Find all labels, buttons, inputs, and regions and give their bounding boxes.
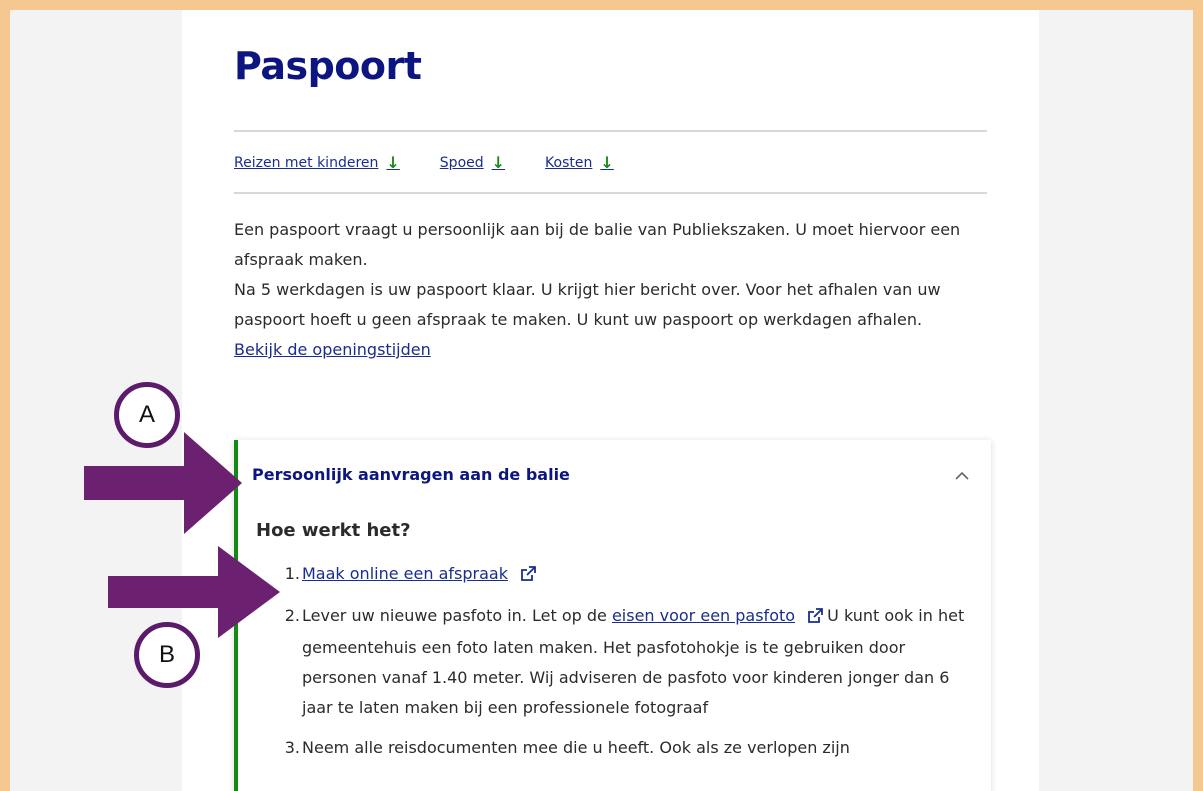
intro-text: Een paspoort vraagt u persoonlijk aan bi… <box>234 215 994 365</box>
browser-viewport: Paspoort Reizen met kinderen ↓ Spoed ↓ K… <box>10 10 1193 791</box>
anchor-link-label: Reizen met kinderen <box>234 154 379 171</box>
make-appointment-link[interactable]: Maak online een afspraak <box>302 564 508 583</box>
passport-photo-requirements-link[interactable]: eisen voor een pasfoto <box>612 606 795 625</box>
opening-hours-link[interactable]: Bekijk de openingstijden <box>234 340 431 359</box>
arrow-down-icon: ↓ <box>386 153 400 172</box>
list-item: 2. Lever uw nieuwe pasfoto in. Let op de… <box>256 601 971 723</box>
anchor-link-label: Spoed <box>439 154 484 171</box>
divider-top <box>234 130 987 132</box>
step-text: Neem alle reisdocumenten mee die u heeft… <box>302 738 850 757</box>
accordion-subtitle: Hoe werkt het? <box>256 520 411 541</box>
anchor-link-kosten[interactable]: Kosten ↓ <box>545 153 614 172</box>
list-item: 3. Neem alle reisdocumenten mee die u he… <box>256 733 971 763</box>
page-content: Paspoort Reizen met kinderen ↓ Spoed ↓ K… <box>182 10 1039 791</box>
anchor-link-spoed[interactable]: Spoed ↓ <box>440 153 505 172</box>
accordion-persoonlijk-aanvragen: Persoonlijk aanvragen aan de balie Hoe w… <box>234 440 991 791</box>
step-number: 3. <box>284 738 300 757</box>
anchor-link-label: Kosten <box>545 154 593 171</box>
divider-bottom <box>234 192 987 194</box>
accordion-title: Persoonlijk aanvragen aan de balie <box>252 464 570 484</box>
page-title: Paspoort <box>234 44 422 88</box>
annotation-label-b: B <box>134 622 200 688</box>
arrow-down-icon: ↓ <box>491 153 506 172</box>
anchor-links: Reizen met kinderen ↓ Spoed ↓ Kosten ↓ <box>234 153 614 172</box>
chevron-up-icon[interactable] <box>955 464 969 485</box>
accordion-body: Hoe werkt het? 1. Maak online een afspra… <box>238 520 991 763</box>
anchor-link-reizen-met-kinderen[interactable]: Reizen met kinderen ↓ <box>234 153 400 172</box>
external-link-icon <box>521 561 536 591</box>
step-text: Lever uw nieuwe pasfoto in. Let op de <box>302 606 607 625</box>
annotation-arrow-b <box>108 546 280 638</box>
annotation-arrow-a <box>84 432 242 534</box>
steps-list: 1. Maak online een afspraak 2. Lever uw … <box>256 559 971 763</box>
arrow-down-icon: ↓ <box>600 153 614 172</box>
intro-paragraph-2: Na 5 werkdagen is uw paspoort klaar. U k… <box>234 280 941 329</box>
external-link-icon <box>808 603 824 633</box>
intro-paragraph-1: Een paspoort vraagt u persoonlijk aan bi… <box>234 220 961 269</box>
annotation-label-a: A <box>114 382 180 448</box>
accordion-header[interactable]: Persoonlijk aanvragen aan de balie <box>238 440 991 508</box>
list-item: 1. Maak online een afspraak <box>256 559 971 591</box>
